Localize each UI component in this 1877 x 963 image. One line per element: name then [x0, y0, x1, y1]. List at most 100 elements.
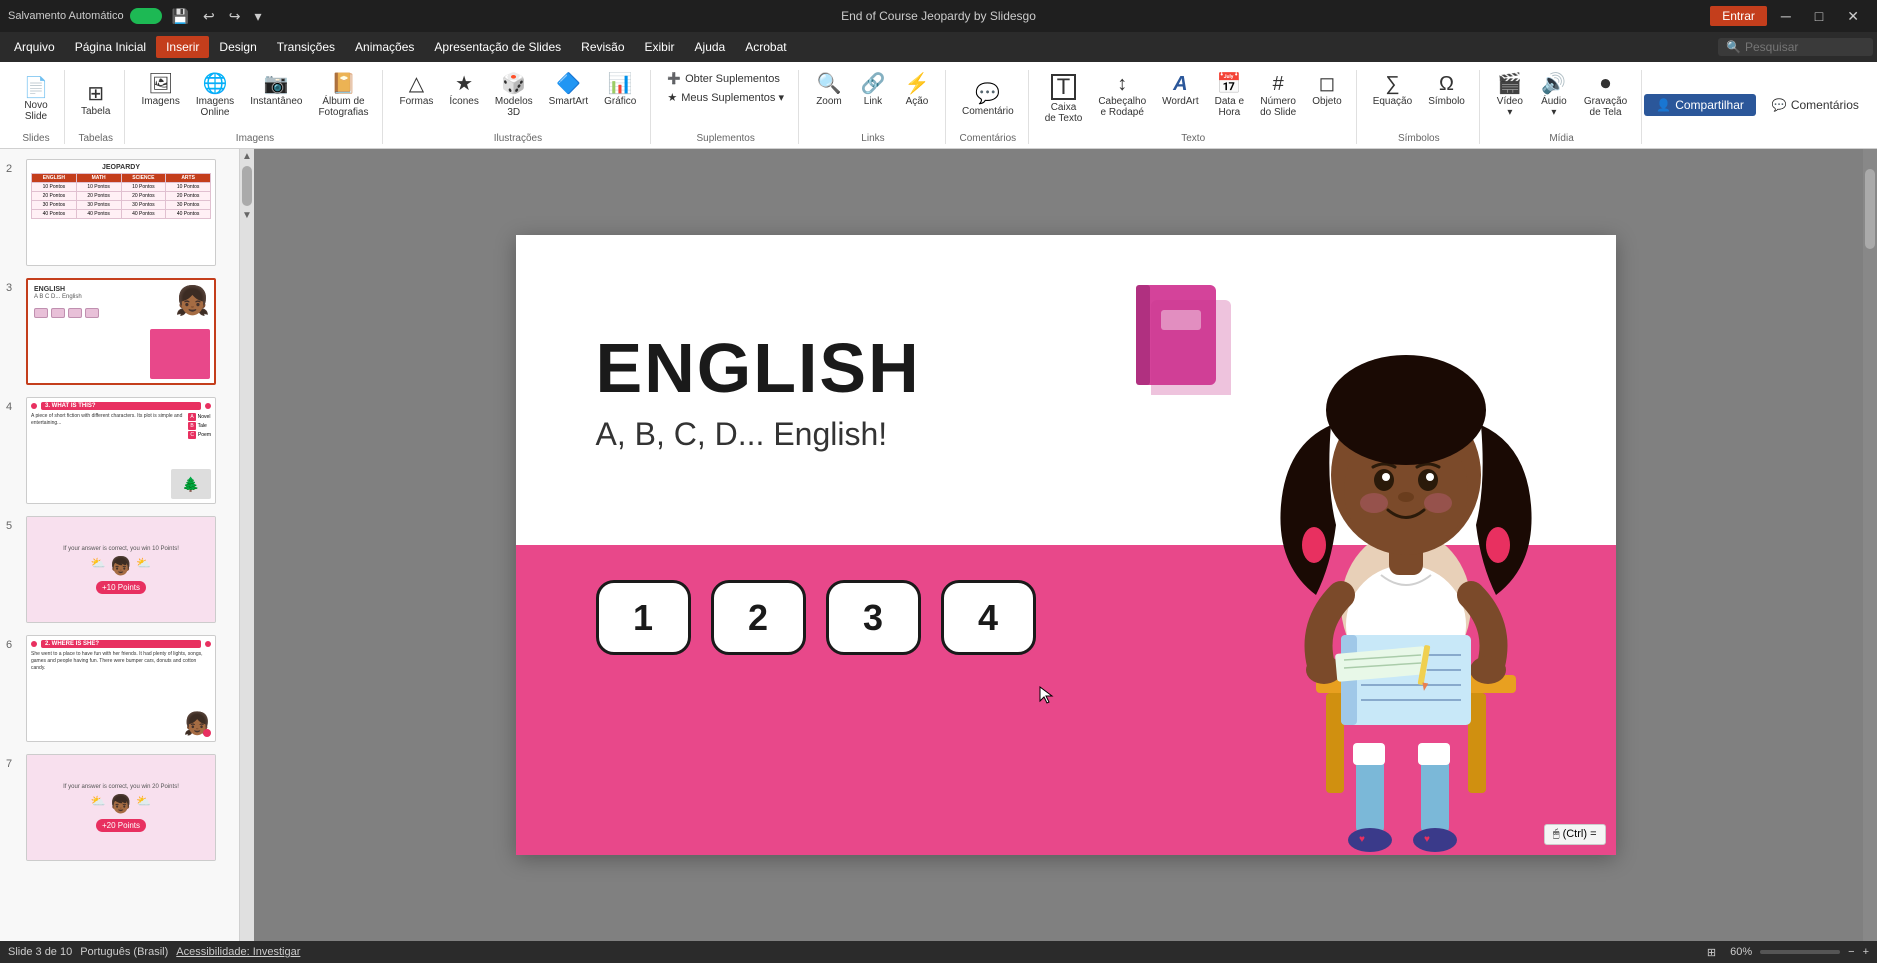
scroll-up-arrow[interactable]: ▲ [240, 149, 254, 164]
data-hora-button[interactable]: 📅 Data eHora [1209, 70, 1250, 122]
slide-num-5: 5 [6, 516, 20, 532]
video-button[interactable]: 🎬 Vídeo▾ [1490, 70, 1530, 122]
formas-icon: △ [409, 74, 424, 94]
simbolos-group-label: Símbolos [1398, 133, 1440, 144]
objeto-button[interactable]: ◻ Objeto [1306, 70, 1347, 111]
album-button[interactable]: 📔 Álbum deFotografias [312, 70, 374, 122]
minimize-button[interactable]: ─ [1771, 0, 1801, 32]
smartart-button[interactable]: 🔷 SmartArt [543, 70, 594, 111]
panel-scrollbar[interactable]: ▲ ▼ [240, 149, 254, 941]
meus-suplementos-label: Meus Suplementos ▾ [681, 91, 784, 104]
gravacao-tela-button[interactable]: ⏺ Gravaçãode Tela [1578, 70, 1633, 122]
novo-slide-label: NovoSlide [24, 100, 47, 122]
objeto-icon: ◻ [1319, 74, 1336, 94]
slide-thumb-6[interactable]: 6 2. WHERE IS SHE? She went to a place t… [4, 633, 235, 744]
menu-ajuda[interactable]: Ajuda [685, 36, 736, 58]
menu-inserir[interactable]: Inserir [156, 36, 209, 58]
close-button[interactable]: ✕ [1837, 0, 1869, 32]
canvas-scroll-thumb[interactable] [1865, 169, 1875, 249]
canvas-scrollbar[interactable] [1863, 149, 1877, 941]
comments-button[interactable]: 💬 Comentários [1764, 94, 1867, 116]
imagens-online-icon: 🌐 [203, 74, 228, 94]
instantaneo-button[interactable]: 📷 Instantâneo [244, 70, 308, 111]
meus-suplementos-button[interactable]: ★ Meus Suplementos ▾ [661, 89, 790, 106]
customize-icon[interactable]: ▾ [250, 6, 265, 27]
redo-icon[interactable]: ↪ [225, 6, 245, 27]
formas-button[interactable]: △ Formas [393, 70, 439, 111]
scroll-down-arrow[interactable]: ▼ [240, 208, 254, 223]
slide-image-7: If your answer is correct, you win 20 Po… [26, 754, 216, 861]
wordart-icon: A [1173, 74, 1187, 94]
ribbon-group-slides: 📄 NovoSlide Slides [8, 70, 65, 144]
slide-thumb-4[interactable]: 4 3. WHAT IS THIS? A piece of short fict… [4, 395, 235, 506]
answer-btn-2[interactable]: 2 [711, 580, 806, 655]
link-label: Link [864, 96, 882, 107]
texto-group-label: Texto [1181, 133, 1205, 144]
link-button[interactable]: 🔗 Link [853, 70, 893, 111]
audio-button[interactable]: 🔊 Áudio▾ [1534, 70, 1574, 122]
menu-transicoes[interactable]: Transições [267, 36, 345, 58]
menu-arquivo[interactable]: Arquivo [4, 36, 65, 58]
comentario-button[interactable]: 💬 Comentário [956, 70, 1020, 130]
obter-suplementos-button[interactable]: ➕ Obter Suplementos [661, 70, 790, 87]
scroll-thumb[interactable] [242, 166, 252, 206]
simbolo-button[interactable]: Ω Símbolo [1422, 70, 1471, 111]
slide-thumb-2[interactable]: 2 JEOPARDY ENGLISHMATHSCIENCEARTS 10 Pon… [4, 157, 235, 268]
menu-design[interactable]: Design [209, 36, 266, 58]
answer-btn-4[interactable]: 4 [941, 580, 1036, 655]
search-box[interactable]: 🔍 [1718, 38, 1873, 56]
menu-exibir[interactable]: Exibir [635, 36, 685, 58]
caixa-texto-button[interactable]: T Caixade Texto [1039, 70, 1089, 128]
tabela-button[interactable]: ⊞ Tabela [75, 70, 116, 130]
zoom-level: 60% [1730, 946, 1752, 958]
numero-slide-icon: # [1273, 74, 1284, 94]
slide-thumb-3[interactable]: 3 ENGLISH A B C D... English 👧🏾 [4, 276, 235, 387]
zoom-button[interactable]: 🔍 Zoom [809, 70, 849, 111]
imagens-label: Imagens [141, 96, 179, 107]
menu-apresentacao[interactable]: Apresentação de Slides [424, 36, 571, 58]
share-button[interactable]: 👤 Compartilhar [1644, 94, 1756, 116]
novo-slide-button[interactable]: 📄 NovoSlide [16, 70, 56, 130]
status-bar: Slide 3 de 10 Português (Brasil) Acessib… [0, 941, 1877, 963]
cabecalho-rodape-button[interactable]: ↕ Cabeçalhoe Rodapé [1092, 70, 1152, 122]
icones-button[interactable]: ★ Ícones [443, 70, 484, 111]
entrar-button[interactable]: Entrar [1710, 6, 1767, 26]
slide-thumb-7[interactable]: 7 If your answer is correct, you win 20 … [4, 752, 235, 863]
suplementos-col: ➕ Obter Suplementos ★ Meus Suplementos ▾ [661, 70, 790, 106]
answer-btn-3[interactable]: 3 [826, 580, 921, 655]
slide-image-2: JEOPARDY ENGLISHMATHSCIENCEARTS 10 Ponto… [26, 159, 216, 266]
imagens-online-button[interactable]: 🌐 ImagensOnline [190, 70, 240, 122]
zoom-slider[interactable] [1760, 950, 1840, 954]
menu-pagina-inicial[interactable]: Página Inicial [65, 36, 156, 58]
wordart-button[interactable]: A WordArt [1156, 70, 1205, 111]
zoom-out-icon[interactable]: − [1848, 946, 1854, 958]
modelos3d-label: Modelos3D [495, 96, 533, 118]
accessibility[interactable]: Acessibilidade: Investigar [176, 946, 300, 958]
grafico-button[interactable]: 📊 Gráfico [598, 70, 642, 111]
autosave-toggle[interactable] [130, 8, 162, 24]
ribbon-group-midia: 🎬 Vídeo▾ 🔊 Áudio▾ ⏺ Gravaçãode Tela Mídi… [1482, 70, 1642, 144]
imagens-button[interactable]: 🖼 Imagens [135, 70, 185, 111]
equacao-button[interactable]: ∑ Equação [1367, 70, 1418, 111]
canvas-area[interactable]: ENGLISH A, B, C, D... English! 1 2 3 4 [254, 149, 1877, 941]
menu-bar: Arquivo Página Inicial Inserir Design Tr… [0, 32, 1877, 62]
menu-acrobat[interactable]: Acrobat [735, 36, 796, 58]
save-icon[interactable]: 💾 [168, 6, 193, 27]
menu-animacoes[interactable]: Animações [345, 36, 424, 58]
numero-slide-button[interactable]: # Númerodo Slide [1254, 70, 1302, 122]
modelos3d-button[interactable]: 🎲 Modelos3D [489, 70, 539, 122]
maximize-button[interactable]: □ [1805, 0, 1833, 32]
title-bar: Salvamento Automático 💾 ↩ ↪ ▾ End of Cou… [0, 0, 1877, 32]
slide-num-2: 2 [6, 159, 20, 175]
suplementos-group-label: Suplementos [696, 133, 754, 144]
search-input[interactable] [1745, 40, 1865, 54]
autosave-label: Salvamento Automático [8, 10, 124, 22]
acao-button[interactable]: ⚡ Ação [897, 70, 937, 111]
slide-thumb-5[interactable]: 5 If your answer is correct, you win 10 … [4, 514, 235, 625]
audio-icon: 🔊 [1541, 74, 1566, 94]
answer-btn-1[interactable]: 1 [596, 580, 691, 655]
zoom-in-icon[interactable]: + [1863, 946, 1869, 958]
undo-icon[interactable]: ↩ [199, 6, 219, 27]
fit-slide-button[interactable]: ⊞ [1701, 945, 1722, 960]
menu-revisao[interactable]: Revisão [571, 36, 634, 58]
